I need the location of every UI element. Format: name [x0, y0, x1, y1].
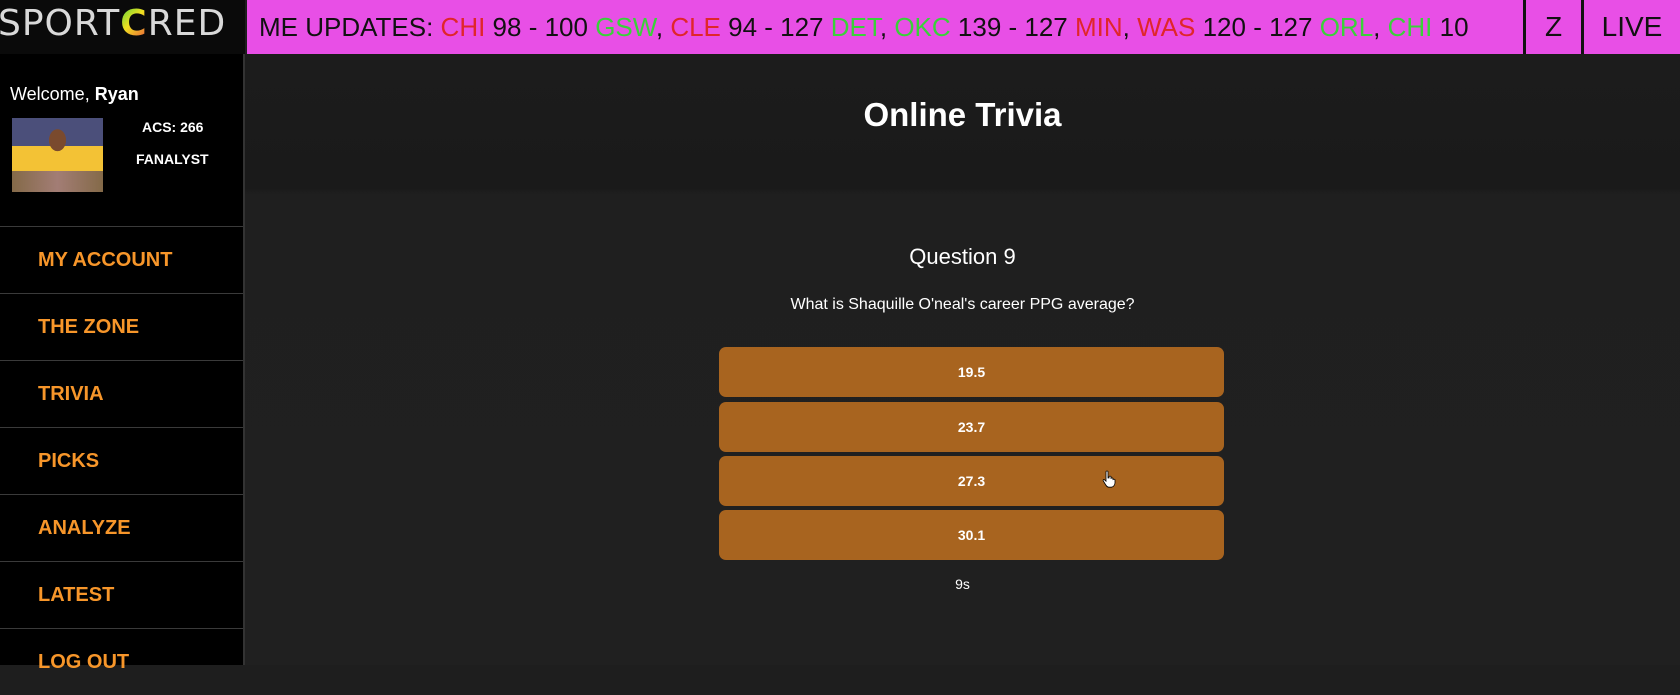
welcome-prefix: Welcome,	[10, 84, 95, 104]
ticker-segment: GSW	[595, 11, 656, 42]
ticker-segment: ,	[879, 11, 895, 42]
ticker-segment: CLE	[670, 11, 721, 42]
logo-text-sport: SPORT	[0, 2, 121, 44]
hand-cursor-icon	[1102, 470, 1116, 488]
ticker-segment: ,	[1373, 11, 1388, 42]
user-rank: FANALYST	[136, 151, 209, 167]
sidebar-item-the-zone[interactable]: THE ZONE	[0, 293, 243, 360]
ticker-segment: ,	[655, 11, 671, 42]
page-title: Online Trivia	[863, 96, 1062, 133]
sidebar-item-trivia[interactable]: TRIVIA	[0, 360, 243, 427]
sportcred-logo[interactable]: SPORTCRED	[0, 0, 245, 54]
logo-text-c: C	[120, 2, 148, 44]
main-content: Online Trivia Question 9 What is Shaquil…	[245, 54, 1680, 665]
score-ticker: ME UPDATES: CHI 98 - 100 GSW, CLE 94 - 1…	[247, 0, 1523, 54]
ticker-segment: 120 - 127	[1195, 11, 1320, 42]
avatar[interactable]	[12, 118, 103, 192]
sidebar-nav: MY ACCOUNT THE ZONE TRIVIA PICKS ANALYZE…	[0, 226, 243, 695]
sidebar: Welcome, Ryan ACS: 266 FANALYST MY ACCOU…	[0, 54, 245, 673]
ticker-segment: ORL	[1319, 11, 1374, 42]
answer-option-1[interactable]: 19.5	[719, 347, 1224, 397]
sidebar-item-my-account[interactable]: MY ACCOUNT	[0, 226, 243, 293]
ticker-segment: 139 - 127	[950, 11, 1075, 42]
ticker-segment: 94 - 127	[720, 11, 831, 42]
question-text: What is Shaquille O'neal's career PPG av…	[790, 296, 1135, 313]
ticker-segment: ,	[1122, 11, 1138, 42]
ticker-segment: MIN	[1074, 11, 1123, 42]
acs-score: ACS: 266	[142, 119, 204, 135]
ticker-segment: DET	[830, 11, 880, 42]
sidebar-item-latest[interactable]: LATEST	[0, 561, 243, 628]
user-name: Ryan	[94, 84, 139, 104]
answer-option-3[interactable]: 27.3	[719, 456, 1224, 506]
ticker-segment: CHI	[1387, 11, 1433, 42]
question-number: Question 9	[909, 244, 1016, 269]
ticker-text: ME UPDATES: CHI 98 - 100 GSW, CLE 94 - 1…	[247, 12, 1469, 43]
countdown-timer: 9s	[955, 576, 970, 592]
zone-button[interactable]: Z	[1523, 0, 1581, 54]
answer-option-4[interactable]: 30.1	[719, 510, 1224, 560]
sidebar-item-analyze[interactable]: ANALYZE	[0, 494, 243, 561]
logo-wordmark: SPORTCRED	[0, 3, 226, 44]
ticker-segment: WAS	[1137, 11, 1196, 42]
sidebar-item-picks[interactable]: PICKS	[0, 427, 243, 494]
ticker-segment: CHI	[440, 11, 486, 42]
welcome-message: Welcome, Ryan	[10, 84, 139, 105]
sidebar-item-log-out[interactable]: LOG OUT	[0, 628, 243, 695]
live-button[interactable]: LIVE	[1581, 0, 1680, 54]
answer-option-2[interactable]: 23.7	[719, 402, 1224, 452]
logo-text-red: RED	[147, 2, 227, 44]
ticker-segment: 10	[1432, 11, 1469, 42]
ticker-segment: ME UPDATES:	[259, 11, 441, 42]
ticker-segment: OKC	[894, 11, 951, 42]
ticker-segment: 98 - 100	[485, 11, 596, 42]
